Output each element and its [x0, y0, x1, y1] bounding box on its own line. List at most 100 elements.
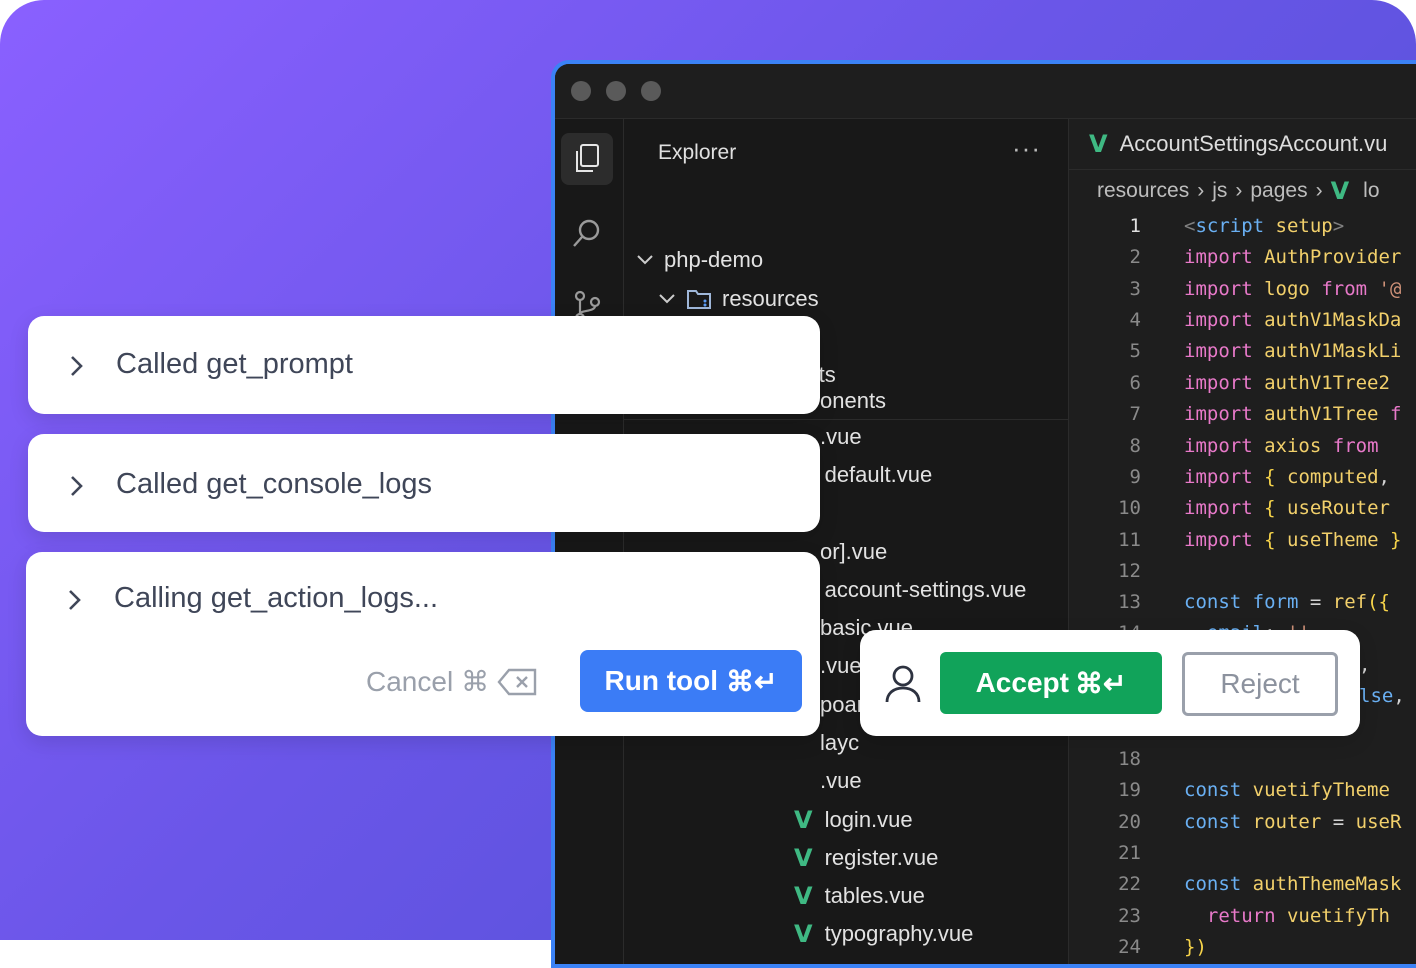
explorer-icon[interactable] [561, 133, 613, 185]
line-number: 2 [1129, 246, 1141, 268]
chevron-right-icon [70, 475, 90, 496]
code-editor: V AccountSettingsAccount.vu resources › … [1069, 119, 1416, 964]
explorer-panel: Explorer ··· php-demo resources js layou… [624, 119, 1069, 964]
tree-item-components[interactable]: onents [820, 382, 886, 420]
accept-shortcut-icon: ⌘↵ [1074, 667, 1127, 699]
tree-folder-php-demo[interactable]: php-demo [636, 241, 763, 279]
tree-label: onents [820, 388, 887, 413]
tree-label: poar [820, 692, 865, 717]
run-shortcut-icon: ⌘↵ [726, 665, 778, 697]
line-number: 23 [1118, 905, 1141, 927]
tree-label: php-demo [664, 247, 764, 272]
code-line: const authThemeMask [1184, 873, 1402, 895]
tree-item-file[interactable]: .vue [820, 418, 862, 456]
tree-item-file[interactable]: or].vue [820, 533, 887, 571]
tree-item-file[interactable]: poar [820, 686, 864, 724]
line-number: 18 [1118, 748, 1141, 770]
code-line: <script setup> [1184, 215, 1345, 237]
chevron-right-icon: › [1315, 179, 1323, 202]
vue-file-icon: V [794, 844, 813, 872]
user-icon [884, 664, 922, 704]
code-line: const router = useR [1184, 811, 1402, 833]
chevron-down-icon [658, 290, 676, 308]
code-line: import AuthProvider [1184, 246, 1402, 268]
line-number: 6 [1129, 372, 1141, 394]
line-number: 22 [1118, 873, 1141, 895]
line-number: 12 [1118, 560, 1141, 582]
tree-item-account-settings[interactable]: V account-settings.vue [794, 571, 1026, 609]
tree-label: default.vue [824, 462, 933, 487]
tree-label: register.vue [824, 845, 939, 870]
tree-label: .vue [820, 768, 862, 793]
resources-folder-icon [686, 288, 712, 310]
search-icon[interactable] [561, 207, 613, 259]
tool-call-row: Called get_console_logs [70, 468, 432, 501]
tree-label: tables.vue [824, 883, 925, 908]
tree-item-file[interactable]: .vue [820, 762, 862, 800]
tree-item-register[interactable]: V register.vue [794, 839, 938, 877]
tree-label: .vue [820, 653, 862, 678]
vue-file-icon: V [1330, 177, 1350, 205]
accept-button[interactable]: Accept ⌘↵ [940, 652, 1162, 714]
vue-file-icon: V [794, 806, 813, 834]
line-number: 9 [1129, 466, 1141, 488]
breadcrumb-item[interactable]: resources [1097, 179, 1189, 203]
tree-label: .vue [820, 424, 862, 449]
cancel-label: Cancel [366, 665, 454, 697]
tool-call-row[interactable]: Calling get_action_logs... [68, 582, 438, 615]
run-tool-button[interactable]: Run tool ⌘↵ [580, 650, 802, 712]
tree-folder-plugins[interactable]: plugins [748, 954, 882, 964]
breadcrumb-item[interactable]: js [1212, 179, 1227, 203]
tree-item-tables[interactable]: V tables.vue [794, 877, 925, 915]
minimize-window-dot[interactable] [606, 81, 626, 101]
code-line: }) [1184, 936, 1207, 958]
code-line: import { useRouter [1184, 497, 1390, 519]
vue-file-icon: V [794, 920, 813, 948]
breadcrumb-item[interactable]: pages [1250, 179, 1307, 203]
tree-label: layc [820, 730, 860, 755]
review-bar: Accept ⌘↵ Reject [860, 630, 1360, 736]
line-number: 5 [1129, 340, 1141, 362]
tree-item-login[interactable]: V login.vue [794, 801, 913, 839]
folder-icon [776, 962, 802, 964]
tree-folder-resources[interactable]: resources [658, 280, 819, 318]
zoom-window-dot[interactable] [641, 81, 661, 101]
tool-call-card-prompt[interactable]: Called get_prompt [28, 316, 820, 414]
line-number: 13 [1118, 591, 1141, 613]
vue-file-icon: V [794, 882, 813, 910]
cancel-button[interactable]: Cancel ⌘ [366, 665, 537, 698]
code-line: return vuetifyTh [1206, 905, 1390, 927]
line-number: 7 [1129, 403, 1141, 425]
line-number: 1 [1129, 215, 1141, 237]
line-number: 4 [1129, 309, 1141, 331]
tree-label: or].vue [820, 539, 888, 564]
code-line: import authV1Tree2 [1184, 372, 1390, 394]
chevron-down-icon [636, 251, 654, 269]
command-key-icon: ⌘ [461, 666, 490, 697]
tool-call-card-action-logs: Calling get_action_logs... Cancel ⌘ Run … [26, 552, 820, 736]
activity-bar [555, 119, 624, 964]
line-number: 21 [1118, 842, 1141, 864]
line-number: 10 [1118, 497, 1141, 519]
tree-item-typography[interactable]: V typography.vue [794, 915, 973, 953]
close-window-dot[interactable] [571, 81, 591, 101]
editor-tab[interactable]: V AccountSettingsAccount.vu [1069, 119, 1416, 170]
explorer-title: Explorer [658, 141, 737, 164]
tree-label: typography.vue [824, 921, 974, 946]
more-actions-icon[interactable]: ··· [1012, 133, 1041, 164]
tool-call-label: Called get_prompt [116, 348, 353, 380]
line-number: 8 [1129, 435, 1141, 457]
tree-label: account-settings.vue [824, 577, 1027, 602]
title-bar [555, 64, 1416, 119]
breadcrumb-item[interactable]: lo [1363, 179, 1379, 203]
reject-label: Reject [1220, 668, 1300, 699]
code-line: lse, [1359, 685, 1405, 707]
line-number: 3 [1129, 278, 1141, 300]
code-line: import logo from '@ [1184, 278, 1402, 300]
tree-item-file[interactable]: .vue [820, 647, 862, 685]
tool-call-card-console-logs[interactable]: Called get_console_logs [28, 434, 820, 532]
run-tool-label: Run tool [604, 665, 719, 696]
breadcrumb: resources › js › pages › V lo [1097, 177, 1380, 205]
reject-button[interactable]: Reject [1182, 652, 1338, 716]
tree-item-file[interactable]: layc [820, 724, 859, 762]
